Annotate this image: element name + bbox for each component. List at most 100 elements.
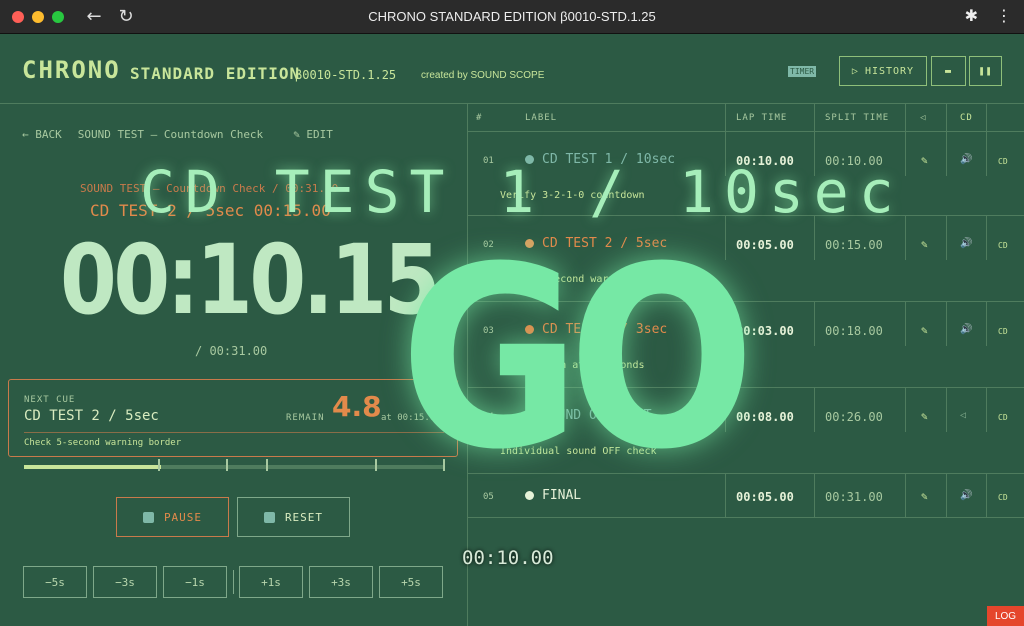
column-divider xyxy=(946,104,947,132)
step-plus-5-button[interactable]: +5s xyxy=(379,566,443,598)
lap-time: 00:05.00 xyxy=(736,238,794,252)
column-divider xyxy=(946,216,947,260)
cue-marker xyxy=(266,459,268,471)
column-divider xyxy=(986,474,987,518)
column-divider xyxy=(725,104,726,132)
split-time: 00:15.00 xyxy=(825,238,883,252)
step-plus-1-button[interactable]: +1s xyxy=(239,566,303,598)
lap-time: 00:03.00 xyxy=(736,324,794,338)
play-icon: ▷ xyxy=(851,65,859,77)
column-divider xyxy=(946,388,947,432)
step-minus-3-button[interactable]: −3s xyxy=(93,566,157,598)
column-divider xyxy=(946,132,947,176)
window-title: CHRONO STANDARD EDITION β0010-STD.1.25 xyxy=(368,9,656,24)
column-divider xyxy=(905,104,906,132)
split-time: 00:26.00 xyxy=(825,410,883,424)
sound-icon[interactable]: ◁ xyxy=(960,410,966,421)
column-divider xyxy=(986,132,987,176)
reset-label: RESET xyxy=(284,510,324,524)
app-header: CHRONO STANDARD EDITION β0010-STD.1.25 c… xyxy=(0,34,1024,104)
column-divider xyxy=(946,302,947,346)
step-divider xyxy=(233,570,234,594)
keyboard-icon: ▬ xyxy=(944,65,953,77)
col-split: SPLIT TIME xyxy=(825,113,890,123)
column-divider xyxy=(986,302,987,346)
pause-icon xyxy=(142,511,154,523)
brand-logo: CHRONO xyxy=(22,56,121,84)
step-plus-3-button[interactable]: +3s xyxy=(309,566,373,598)
sound-icon[interactable]: 🔊 xyxy=(960,154,972,165)
app-root: CHRONO STANDARD EDITION β0010-STD.1.25 c… xyxy=(0,34,1024,626)
keyboard-button[interactable]: ▬ xyxy=(931,56,966,86)
column-divider xyxy=(905,474,906,518)
edit-button[interactable]: ✎ EDIT xyxy=(293,128,333,141)
next-cue-heading: NEXT CUE xyxy=(24,395,76,405)
col-label: LABEL xyxy=(525,113,558,123)
step-minus-5-button[interactable]: −5s xyxy=(23,566,87,598)
back-button[interactable]: ← BACK xyxy=(22,128,62,141)
column-divider xyxy=(905,132,906,176)
next-cue-note: Check 5-second warning border xyxy=(24,438,182,448)
cue-marker xyxy=(375,459,377,471)
credit-label: created by SOUND SCOPE xyxy=(421,70,545,81)
header-pause-button[interactable]: ❚❚ xyxy=(969,56,1002,86)
column-divider xyxy=(986,216,987,260)
countdown-toggle[interactable]: CD xyxy=(998,327,1008,336)
edit-icon[interactable]: ✎ xyxy=(921,490,928,503)
edit-icon[interactable]: ✎ xyxy=(921,324,928,337)
pause-icon: ❚❚ xyxy=(978,65,993,77)
breadcrumb: SOUND TEST — Countdown Check xyxy=(77,128,264,141)
column-divider xyxy=(814,104,815,132)
column-divider xyxy=(905,302,906,346)
countdown-toggle[interactable]: CD xyxy=(998,241,1008,250)
log-button[interactable]: LOG xyxy=(987,606,1024,626)
column-divider xyxy=(814,474,815,518)
countdown-toggle[interactable]: CD xyxy=(998,493,1008,502)
table-header: # LABEL LAP TIME SPLIT TIME ◁ CD xyxy=(468,104,1024,132)
step-minus-1-button[interactable]: −1s xyxy=(163,566,227,598)
edition-label: STANDARD EDITION xyxy=(130,64,301,83)
pause-label: PAUSE xyxy=(163,510,203,524)
column-divider xyxy=(986,104,987,132)
column-divider xyxy=(986,388,987,432)
progress-track[interactable] xyxy=(24,465,444,469)
sound-icon[interactable]: 🔊 xyxy=(960,324,972,335)
extensions-icon[interactable]: ✱ xyxy=(965,6,978,25)
column-divider xyxy=(946,474,947,518)
countdown-toggle[interactable]: CD xyxy=(998,413,1008,422)
sound-icon[interactable]: 🔊 xyxy=(960,238,972,249)
history-label: HISTORY xyxy=(864,65,915,77)
lap-time: 00:05.00 xyxy=(736,490,794,504)
browser-toolbar: ← ↻ CHRONO STANDARD EDITION β0010-STD.1.… xyxy=(0,0,1024,34)
edit-icon[interactable]: ✎ xyxy=(921,238,928,251)
progress-fill xyxy=(24,465,162,469)
countdown-toggle[interactable]: CD xyxy=(998,157,1008,166)
reset-button[interactable]: RESET xyxy=(237,497,350,537)
col-lap: LAP TIME xyxy=(736,113,788,123)
column-divider xyxy=(814,302,815,346)
remain-label: REMAIN xyxy=(286,413,325,423)
menu-icon[interactable]: ⋮ xyxy=(996,6,1012,25)
overlay-go: GO xyxy=(400,213,755,504)
history-button[interactable]: ▷ HISTORY xyxy=(839,56,927,86)
edit-icon[interactable]: ✎ xyxy=(921,154,928,167)
cue-marker xyxy=(158,459,160,471)
column-divider xyxy=(814,388,815,432)
edit-icon[interactable]: ✎ xyxy=(921,410,928,423)
cue-divider xyxy=(24,432,444,433)
lap-time: 00:08.00 xyxy=(736,410,794,424)
version-label: β0010-STD.1.25 xyxy=(295,68,397,82)
column-divider xyxy=(905,216,906,260)
column-divider xyxy=(905,388,906,432)
sound-icon[interactable]: ◁ xyxy=(920,113,926,123)
pause-button[interactable]: PAUSE xyxy=(116,497,229,537)
col-num: # xyxy=(476,113,483,123)
timer-badge: TIMER xyxy=(788,66,817,77)
total-time-label: / 00:31.00 xyxy=(195,344,268,358)
reset-icon xyxy=(263,511,275,523)
next-cue-name: CD TEST 2 / 5sec xyxy=(24,408,159,424)
overlay-time: 00:10.00 xyxy=(462,547,554,569)
split-time: 00:18.00 xyxy=(825,324,883,338)
elapsed-time-display: 00:10.15 xyxy=(60,224,440,336)
sound-icon[interactable]: 🔊 xyxy=(960,490,972,501)
